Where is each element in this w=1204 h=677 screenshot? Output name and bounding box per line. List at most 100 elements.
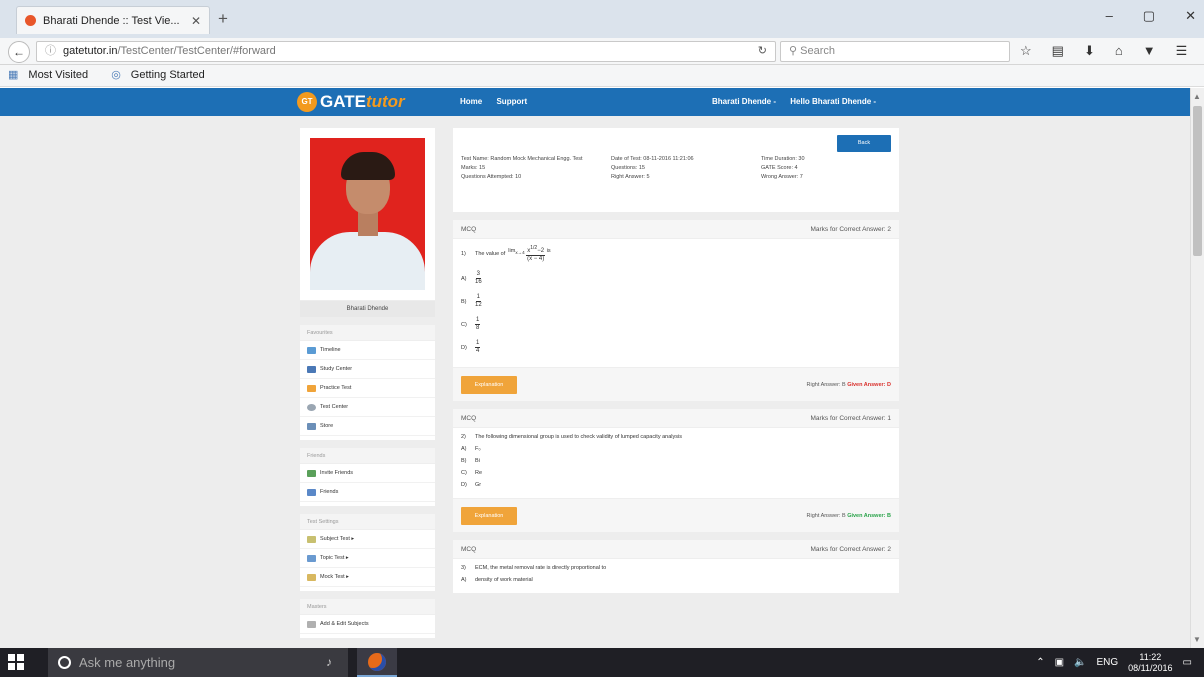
bookmark-star-icon[interactable]: ☆ bbox=[1020, 43, 1032, 59]
question-marks: Marks for Correct Answer: 1 bbox=[810, 414, 891, 422]
bookmark-getting-started[interactable]: ◎ Getting Started bbox=[111, 69, 215, 81]
back-button[interactable]: Back bbox=[837, 135, 891, 152]
system-tray: ⌃ ▣ 🔈 ENG 11:22 08/11/2016 ▭ bbox=[1036, 648, 1204, 677]
friends-panel: Friends Invite Friends Friends bbox=[300, 448, 435, 506]
language-indicator[interactable]: ENG bbox=[1096, 657, 1118, 668]
option-a[interactable]: A) 3 16 bbox=[461, 271, 891, 286]
limit-expression: limx→4 x1/2−2 (x − 4) is bbox=[508, 245, 551, 262]
nav-support[interactable]: Support bbox=[496, 97, 527, 106]
network-icon[interactable]: ▣ bbox=[1055, 657, 1064, 668]
back-button[interactable]: ← bbox=[8, 41, 30, 63]
test-info-grid: Test Name: Random Mock Mechanical Engg. … bbox=[461, 156, 891, 180]
right-answer: Right Answer: B bbox=[806, 381, 846, 388]
question-footer: Explanation Right Answer: B Given Answer… bbox=[453, 367, 899, 401]
option-b[interactable]: B) Bi bbox=[461, 458, 891, 464]
tab-close-icon[interactable]: ✕ bbox=[191, 14, 201, 28]
browser-tab[interactable]: Bharati Dhende :: Test Vie... ✕ bbox=[16, 6, 210, 34]
test-date: Date of Test: 08-11-2016 11:21:06 bbox=[611, 156, 694, 162]
answer-summary: Right Answer: B Given Answer: B bbox=[807, 513, 891, 519]
clock[interactable]: 11:22 08/11/2016 bbox=[1128, 652, 1172, 674]
clock-date: 08/11/2016 bbox=[1128, 662, 1173, 673]
subject-test-icon bbox=[307, 535, 316, 543]
logo-badge: GT bbox=[297, 92, 317, 112]
user-menu[interactable]: Bharati Dhende - bbox=[712, 97, 776, 106]
volume-icon[interactable]: 🔈 bbox=[1074, 657, 1086, 668]
option-a[interactable]: A) density of work material bbox=[461, 577, 891, 583]
scrollbar-thumb[interactable] bbox=[1193, 106, 1202, 256]
friends-icon bbox=[307, 488, 316, 496]
timeline-icon bbox=[307, 346, 316, 354]
option-d[interactable]: D) 1 4 bbox=[461, 340, 891, 355]
search-placeholder: Search bbox=[800, 45, 835, 57]
pocket-icon[interactable]: ▼ bbox=[1143, 43, 1156, 59]
minimize-button[interactable]: – bbox=[1106, 8, 1113, 24]
window-controls: – ▢ ✕ bbox=[1106, 8, 1196, 24]
url-bar[interactable]: ⓘ gatetutor.in/TestCenter/TestCenter/#fo… bbox=[36, 41, 776, 62]
hello-user-menu[interactable]: Hello Bharati Dhende - bbox=[790, 97, 876, 106]
cortana-search[interactable]: Ask me anything bbox=[48, 648, 348, 677]
question-body: 2) The following dimensional group is use… bbox=[453, 428, 899, 498]
download-icon[interactable]: ⬇ bbox=[1084, 43, 1095, 59]
bookmark-most-visited[interactable]: ▦ Most Visited bbox=[8, 69, 98, 81]
question-header: MCQ Marks for Correct Answer: 1 bbox=[453, 409, 899, 428]
question-marks: Marks for Correct Answer: 2 bbox=[810, 225, 891, 233]
given-answer: Given Answer: D bbox=[847, 381, 891, 388]
sidebar-item-invite-friends[interactable]: Invite Friends bbox=[300, 464, 435, 483]
question-body: 1) The value of limx→4 x1/2−2 (x − 4) is … bbox=[453, 239, 899, 367]
nav-home[interactable]: Home bbox=[460, 97, 482, 106]
sidebar-item-store[interactable]: Store bbox=[300, 417, 435, 436]
microphone-icon[interactable]: ♪ bbox=[326, 655, 332, 669]
scroll-down-icon[interactable]: ▼ bbox=[1193, 635, 1201, 644]
clipboard-icon[interactable]: ▤ bbox=[1052, 43, 1064, 59]
question-text: The value of bbox=[475, 251, 506, 257]
option-a[interactable]: A) F₀ bbox=[461, 446, 891, 452]
close-window-button[interactable]: ✕ bbox=[1185, 8, 1196, 24]
page-scrollbar[interactable]: ▲ ▼ bbox=[1190, 88, 1204, 648]
test-center-icon bbox=[307, 403, 316, 411]
tray-chevron-icon[interactable]: ⌃ bbox=[1036, 657, 1044, 668]
sidebar-item-mock-test[interactable]: Mock Test ▸ bbox=[300, 568, 435, 587]
maximize-button[interactable]: ▢ bbox=[1143, 8, 1155, 24]
reload-icon[interactable]: ↻ bbox=[758, 42, 767, 61]
test-settings-heading: Test Settings bbox=[300, 514, 435, 530]
sidebar-item-friends[interactable]: Friends bbox=[300, 483, 435, 502]
sidebar-item-practice-test[interactable]: Practice Test bbox=[300, 379, 435, 398]
user-nav: Bharati Dhende - Hello Bharati Dhende - bbox=[712, 97, 888, 106]
menu-icon[interactable]: ☰ bbox=[1176, 43, 1188, 59]
subjects-icon bbox=[307, 620, 316, 628]
explanation-button[interactable]: Explanation bbox=[461, 506, 517, 525]
sidebar-item-timeline[interactable]: Timeline bbox=[300, 341, 435, 360]
home-icon[interactable]: ⌂ bbox=[1115, 43, 1123, 59]
favourites-heading: Favourites bbox=[300, 325, 435, 341]
questions-attempted: Questions Attempted: 10 bbox=[461, 174, 522, 180]
sidebar-item-study-center[interactable]: Study Center bbox=[300, 360, 435, 379]
new-tab-button[interactable]: + bbox=[218, 9, 228, 29]
question-marks: Marks for Correct Answer: 2 bbox=[810, 545, 891, 553]
right-answer: Right Answer: B bbox=[806, 512, 846, 519]
sidebar-item-subject-test[interactable]: Subject Test ▸ bbox=[300, 530, 435, 549]
notifications-icon[interactable]: ▭ bbox=[1183, 657, 1192, 668]
firefox-taskbar-icon[interactable] bbox=[357, 648, 397, 677]
option-d[interactable]: D) Gr bbox=[461, 482, 891, 488]
sidebar-item-topic-test[interactable]: Topic Test ▸ bbox=[300, 549, 435, 568]
option-c[interactable]: C) Re bbox=[461, 470, 891, 476]
favourites-panel: Favourites Timeline Study Center Practic… bbox=[300, 325, 435, 440]
info-icon[interactable]: ⓘ bbox=[45, 42, 56, 61]
option-c[interactable]: C) 1 8 bbox=[461, 317, 891, 332]
questions-count: Questions: 15 bbox=[611, 165, 645, 171]
masters-heading: Masters bbox=[300, 599, 435, 615]
explanation-button[interactable]: Explanation bbox=[461, 375, 517, 394]
sidebar-item-add-edit-subjects[interactable]: Add & Edit Subjects bbox=[300, 615, 435, 634]
topic-test-icon bbox=[307, 554, 316, 562]
profile-photo[interactable] bbox=[310, 138, 425, 290]
gatetutor-logo[interactable]: GT GATE tutor bbox=[297, 92, 405, 112]
windows-start-icon[interactable] bbox=[8, 654, 24, 670]
question-type: MCQ bbox=[461, 414, 477, 422]
option-b[interactable]: B) 1 12 bbox=[461, 294, 891, 309]
study-center-icon bbox=[307, 365, 316, 373]
sidebar-item-test-center[interactable]: Test Center bbox=[300, 398, 435, 417]
scroll-up-icon[interactable]: ▲ bbox=[1193, 92, 1201, 101]
search-input[interactable]: ⚲ Search bbox=[780, 41, 1010, 62]
masters-panel: Masters Add & Edit Subjects bbox=[300, 599, 435, 638]
folder-icon: ▦ bbox=[8, 69, 19, 81]
